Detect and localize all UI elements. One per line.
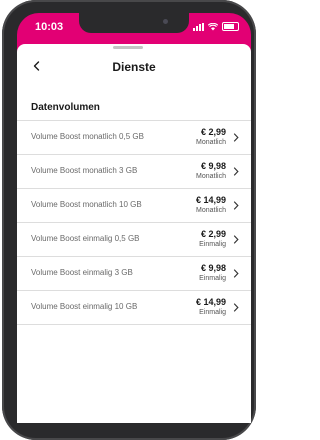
chevron-right-icon [233,133,239,142]
item-period: Einmalig [199,241,226,248]
list-item[interactable]: Volume Boost einmalig 10 GB € 14,99 Einm… [17,291,251,325]
sheet-grabber[interactable] [113,46,143,49]
item-period: Einmalig [199,309,226,316]
item-period: Einmalig [199,275,226,282]
list-item[interactable]: Volume Boost einmalig 3 GB € 9,98 Einmal… [17,257,251,291]
status-time: 10:03 [35,21,64,33]
item-price: € 2,99 [200,229,226,239]
notch [79,13,189,33]
item-label: Volume Boost einmalig 0,5 GB [31,234,140,243]
item-label: Volume Boost einmalig 3 GB [31,268,133,277]
chevron-right-icon [233,235,239,244]
service-list: Volume Boost monatlich 0,5 GB € 2,99 Mon… [17,120,251,325]
item-label: Volume Boost einmalig 10 GB [31,302,138,311]
camera-icon [163,19,168,24]
item-label: Volume Boost monatlich 10 GB [31,200,142,209]
item-period: Monatlich [196,173,226,180]
signal-icon [193,22,204,31]
chevron-right-icon [233,201,239,210]
chevron-right-icon [233,167,239,176]
item-price: € 2,99 [200,127,226,137]
item-label: Volume Boost monatlich 3 GB [31,166,138,175]
list-item[interactable]: Volume Boost monatlich 10 GB € 14,99 Mon… [17,189,251,223]
battery-icon [222,22,239,31]
item-price: € 9,98 [200,161,226,171]
services-sheet: Dienste Datenvolumen Volume Boost monatl… [17,44,251,423]
chevron-right-icon [233,303,239,312]
list-item[interactable]: Volume Boost monatlich 3 GB € 9,98 Monat… [17,155,251,189]
item-price: € 9,98 [200,263,226,273]
section-title: Datenvolumen [31,102,100,113]
list-item[interactable]: Volume Boost monatlich 0,5 GB € 2,99 Mon… [17,121,251,155]
item-label: Volume Boost monatlich 0,5 GB [31,132,144,141]
phone-screen: 10:03 Dienste Datenvolumen Volume Boost … [17,13,251,423]
item-period: Monatlich [196,207,226,214]
list-item[interactable]: Volume Boost einmalig 0,5 GB € 2,99 Einm… [17,223,251,257]
item-price: € 14,99 [195,195,226,205]
item-period: Monatlich [196,139,226,146]
wifi-icon [208,22,218,30]
page-title: Dienste [112,60,156,74]
item-price: € 14,99 [195,297,226,307]
status-icons [193,22,239,31]
chevron-right-icon [233,269,239,278]
